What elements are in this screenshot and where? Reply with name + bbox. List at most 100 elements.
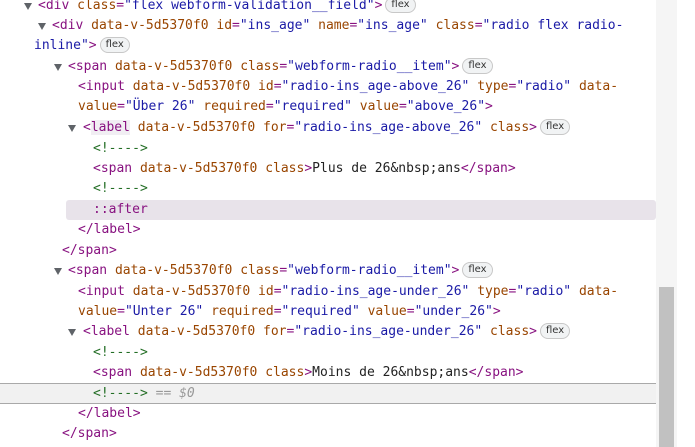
code-token: data-v-5d5370f0 id [132, 284, 274, 299]
code-token: > [485, 99, 493, 114]
code-token: type [477, 284, 509, 299]
code-token: Plus de 26&nbsp;ans [312, 161, 461, 176]
code-token: "radio" [516, 284, 579, 299]
code-token: <input [78, 79, 133, 94]
code-token: ::after [93, 202, 148, 217]
code-token: <input [78, 284, 133, 299]
dom-node-comment-selected[interactable]: <!----> == $0 [0, 383, 656, 404]
triangle-down-icon[interactable] [54, 64, 62, 71]
code-token: = [117, 99, 125, 114]
code-token: "radio-ins_age-under_26" [294, 324, 491, 339]
code-token: "webform-radio__item" [287, 263, 452, 278]
dom-node-label-under[interactable]: <label data-v-5d5370f0 for="radio-ins_ag… [0, 322, 656, 342]
code-token: "webform-radio__item" [287, 59, 452, 74]
dom-node-span-plus-de-26[interactable]: <span data-v-5d5370f0 class>Plus de 26&n… [0, 159, 656, 179]
code-token: <span [93, 365, 140, 380]
code-token: <div [38, 0, 78, 13]
code-token: label [90, 120, 130, 135]
dom-node-span-radio-item-under[interactable]: <span data-v-5d5370f0 class="webform-rad… [0, 261, 656, 281]
code-token: "Über 26" [124, 99, 204, 114]
code-token: > [304, 365, 313, 380]
triangle-down-icon[interactable] [68, 125, 76, 132]
code-token: value [78, 304, 118, 319]
code-token: value [78, 99, 118, 114]
code-token: <span [68, 263, 115, 278]
dom-node-input-under[interactable]: <input data-v-5d5370f0 id="radio-ins_age… [0, 282, 656, 322]
code-token: type [477, 79, 509, 94]
code-token: value [359, 99, 399, 114]
dom-node-span-radio-item-above[interactable]: <span data-v-5d5370f0 class="webform-rad… [0, 57, 656, 77]
scrollbar-thumb[interactable] [659, 287, 674, 447]
code-token: </span> [62, 426, 117, 441]
flex-badge[interactable]: flex [385, 0, 416, 13]
dom-node-span-close[interactable]: </span> [0, 241, 656, 261]
dom-node-label-above[interactable]: <label data-v-5d5370f0 for="radio-ins_ag… [0, 118, 656, 138]
code-token: = [232, 18, 240, 33]
elements-dom-tree[interactable]: <div class="flex webform-validation__fie… [0, 0, 656, 447]
dom-node-div-field[interactable]: <div class="flex webform-validation__fie… [0, 0, 656, 16]
flex-badge[interactable]: flex [99, 36, 130, 53]
code-token: class [435, 18, 475, 33]
code-token: data-v-5d5370f0 class [139, 365, 305, 380]
dom-node-comment[interactable]: <!----> [0, 179, 656, 199]
triangle-down-icon[interactable] [38, 23, 46, 30]
code-token: = [406, 304, 415, 319]
flex-badge[interactable]: flex [539, 118, 571, 135]
code-token: inline" [34, 38, 89, 53]
code-token: </label> [78, 222, 141, 237]
triangle-down-icon[interactable] [68, 329, 76, 336]
triangle-down-icon[interactable] [54, 268, 62, 275]
code-token: data-v-5d5370f0 for [129, 120, 287, 135]
code-token: <!----> [93, 181, 148, 196]
code-token: == $0 [147, 386, 195, 401]
triangle-down-icon[interactable] [24, 3, 32, 10]
code-token: </span> [468, 365, 524, 380]
code-token: <span [68, 59, 115, 74]
code-token: "above_26" [406, 99, 486, 114]
flex-badge[interactable]: flex [539, 322, 571, 339]
code-token: "ins_age" [357, 18, 436, 33]
code-token: "flex webform-validation__field" [124, 0, 375, 13]
code-token: "required" [281, 304, 368, 319]
code-token: "radio-ins_age-above_26" [294, 120, 491, 135]
code-token: = [116, 0, 125, 13]
flex-badge[interactable]: flex [462, 57, 493, 74]
code-token: "radio" [516, 79, 579, 94]
code-token: <!----> [93, 345, 148, 360]
code-token: > [374, 0, 383, 13]
dom-node-label-close[interactable]: </label> [0, 220, 656, 240]
code-token: data-v-5d5370f0 class [114, 263, 280, 278]
code-token: data- [578, 284, 619, 299]
dom-node-input-above[interactable]: <input data-v-5d5370f0 id="radio-ins_age… [0, 77, 656, 117]
code-token: "radio-ins_age-above_26" [281, 79, 478, 94]
dom-node-span-close[interactable]: </span> [0, 424, 656, 444]
code-token: required [203, 99, 266, 114]
code-token: > [88, 38, 97, 53]
code-token: "Unter 26" [124, 304, 212, 319]
flex-badge[interactable]: flex [462, 261, 493, 278]
code-token: class [490, 324, 530, 339]
dom-node-span-moins-de-26[interactable]: <span data-v-5d5370f0 class>Moins de 26&… [0, 363, 656, 383]
dom-node-div-ins-age[interactable]: <div data-v-5d5370f0 id="ins_age" name="… [0, 16, 656, 56]
dom-node-comment[interactable]: <!----> [0, 343, 656, 363]
code-token: </span> [62, 243, 117, 258]
code-token: <div [52, 18, 92, 33]
code-token: </label> [78, 406, 141, 421]
dom-node-label-close[interactable]: </label> [0, 404, 656, 424]
code-token: <label [83, 324, 138, 339]
code-token: "under_26" [414, 304, 493, 319]
code-token: </span> [460, 161, 516, 176]
dom-node-pseudo-after[interactable]: ::after [66, 200, 656, 220]
code-token: data-v-5d5370f0 id [132, 79, 274, 94]
code-token: = [273, 79, 282, 94]
code-token: = [265, 99, 274, 114]
code-token: <span [93, 161, 140, 176]
dom-node-comment[interactable]: <!----> [0, 139, 656, 159]
code-token: "required" [273, 99, 360, 114]
code-token: <!----> [93, 141, 148, 156]
code-token: = [279, 59, 288, 74]
code-token: Moins de 26&nbsp;ans [312, 365, 469, 380]
code-token: data-v-5d5370f0 class [114, 59, 280, 74]
code-token: "radio flex radio- [482, 18, 624, 33]
code-token: = [474, 18, 483, 33]
